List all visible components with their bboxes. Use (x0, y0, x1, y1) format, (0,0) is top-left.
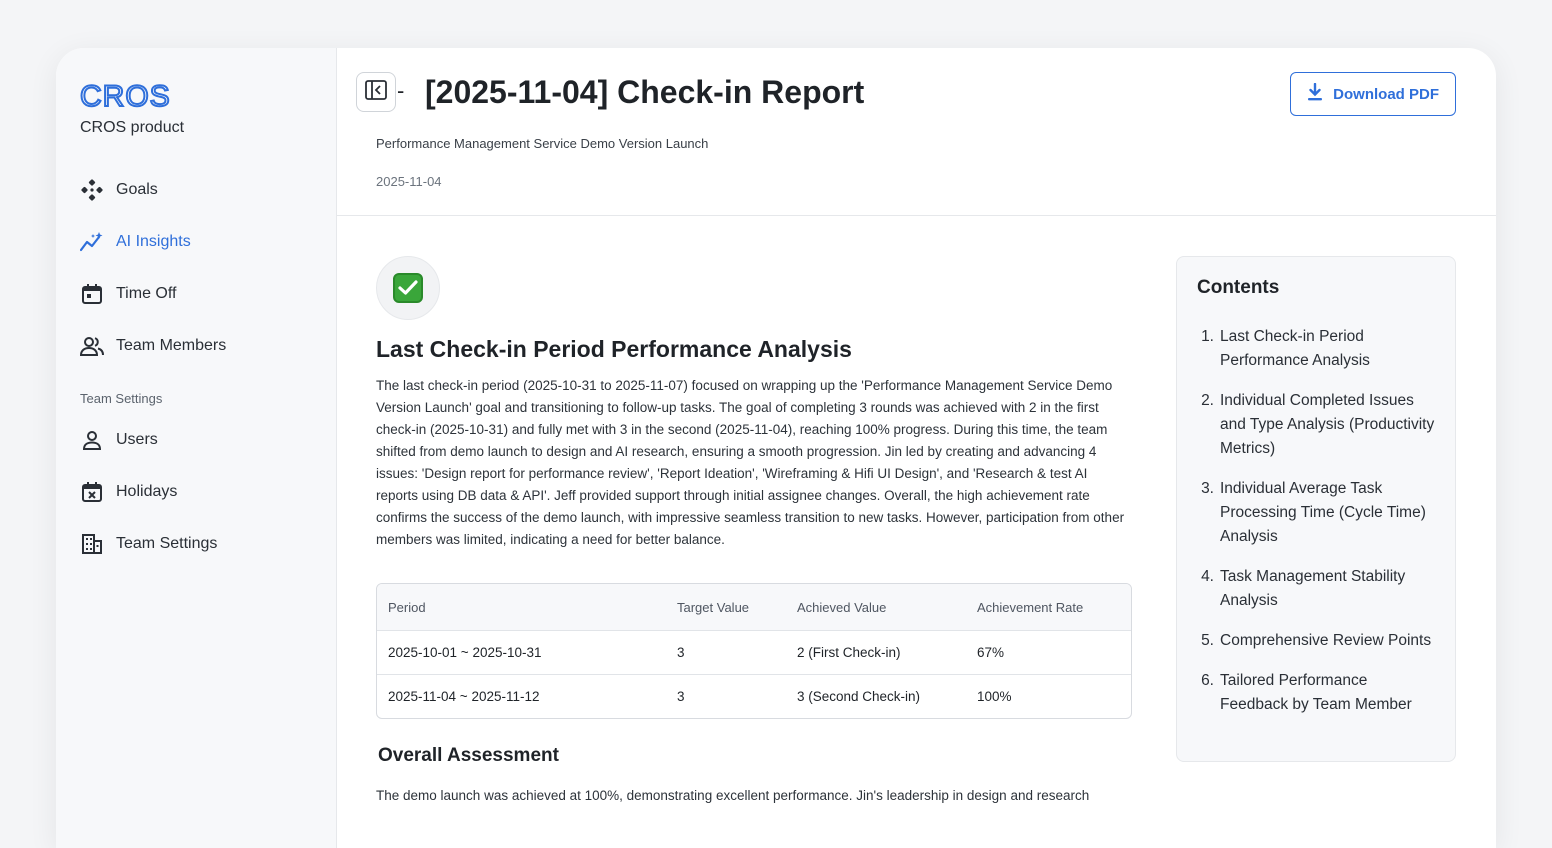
goals-icon (80, 178, 104, 202)
nav-label-holidays: Holidays (116, 483, 178, 500)
nav-item-team-members[interactable]: Team Members (80, 332, 226, 360)
sidebar: CROS CROS product Goals AI Insights Time… (56, 48, 337, 848)
table-of-contents: Contents 1. Last Check-in Period Performa… (1176, 256, 1456, 762)
toc-item-label: Tailored Performance Feedback by Team Me… (1220, 672, 1412, 713)
cell-target: 3 (677, 689, 685, 704)
table-header-row: Period Target Value Achieved Value Achie… (377, 584, 1131, 630)
logo-text: CROS (79, 79, 171, 114)
check-mark-icon (393, 273, 423, 303)
nav-item-goals[interactable]: Goals (80, 176, 158, 204)
performance-table: Period Target Value Achieved Value Achie… (376, 583, 1132, 719)
nav-section-label: Team Settings (80, 391, 163, 406)
cell-target: 3 (677, 645, 685, 660)
toc-title: Contents (1197, 277, 1280, 298)
nav-item-users[interactable]: Users (80, 426, 158, 454)
cell-rate: 100% (977, 689, 1012, 704)
column-header-rate: Achievement Rate (977, 599, 1084, 615)
nav-label-goals: Goals (116, 181, 158, 198)
toc-item[interactable]: 4. Task Management Stability Analysis (1197, 565, 1435, 613)
toc-item[interactable]: 3. Individual Average Task Processing Tim… (1197, 477, 1435, 549)
cell-period: 2025-10-01 ~ 2025-10-31 (388, 645, 542, 660)
user-icon (80, 428, 104, 452)
table-row: 2025-11-04 ~ 2025-11-12 3 3 (Second Chec… (377, 674, 1131, 718)
nav-label-users: Users (116, 431, 158, 448)
report-content: Last Check-in Period Performance Analysi… (376, 256, 1132, 807)
toc-number: 2. (1201, 392, 1214, 409)
toc-number: 5. (1201, 632, 1214, 649)
nav-item-holidays[interactable]: Holidays (80, 478, 177, 506)
download-icon (1307, 82, 1323, 105)
column-header-target: Target Value (677, 599, 750, 615)
section-title: Last Check-in Period Performance Analysi… (376, 336, 852, 362)
separator-dash: - (397, 78, 405, 103)
goal-subtitle: Performance Management Service Demo Vers… (376, 136, 709, 151)
cell-period: 2025-11-04 ~ 2025-11-12 (388, 689, 540, 704)
check-emoji-badge (376, 256, 440, 320)
app-window: CROS CROS product Goals AI Insights Time… (56, 48, 1496, 848)
calendar-icon (80, 282, 104, 306)
toc-number: 4. (1201, 568, 1214, 585)
assessment-title: Overall Assessment (378, 745, 559, 766)
toc-item[interactable]: 2. Individual Completed Issues and Type A… (1197, 389, 1435, 461)
toc-item[interactable]: 5. Comprehensive Review Points (1197, 629, 1435, 653)
sidebar-collapse-icon (365, 79, 387, 105)
calendar-x-icon (80, 480, 104, 504)
ai-insights-icon (80, 230, 104, 254)
toc-list: 1. Last Check-in Period Performance Analy… (1197, 325, 1435, 717)
toc-item-label: Last Check-in Period Performance Analysi… (1220, 328, 1370, 369)
sidebar-toggle-button[interactable] (356, 72, 396, 112)
nav-label-ai-insights: AI Insights (116, 233, 191, 250)
assessment-paragraph: The demo launch was achieved at 100%, de… (376, 788, 1090, 803)
download-pdf-label: Download PDF (1333, 85, 1439, 103)
cell-achieved: 2 (First Check-in) (797, 645, 901, 660)
analysis-paragraph: The last check-in period (2025-10-31 to … (376, 378, 1125, 547)
nav-item-time-off[interactable]: Time Off (80, 280, 176, 308)
nav-item-team-settings[interactable]: Team Settings (80, 530, 217, 558)
column-header-achieved: Achieved Value (797, 599, 887, 615)
cell-rate: 67% (977, 645, 1005, 660)
nav-label-team-members: Team Members (116, 337, 227, 354)
download-pdf-button[interactable]: Download PDF (1290, 72, 1456, 116)
toc-item-label: Comprehensive Review Points (1220, 632, 1432, 649)
report-date: 2025-11-04 (376, 174, 442, 189)
table-row: 2025-10-01 ~ 2025-10-31 3 2 (First Check… (377, 630, 1131, 674)
building-icon (80, 532, 104, 556)
product-name: CROS product (80, 119, 185, 136)
toc-number: 1. (1201, 328, 1214, 345)
toc-item-label: Task Management Stability Analysis (1220, 568, 1406, 609)
report-header: - [2025-11-04] Check-in Report Performan… (337, 48, 1496, 216)
toc-number: 6. (1201, 672, 1214, 689)
toc-item-label: Individual Completed Issues and Type Ana… (1220, 392, 1435, 457)
toc-item[interactable]: 1. Last Check-in Period Performance Analy… (1197, 325, 1435, 373)
people-icon (80, 334, 104, 358)
page-title: [2025-11-04] Check-in Report (425, 74, 865, 110)
column-header-period: Period (388, 599, 426, 615)
nav-item-ai-insights[interactable]: AI Insights (80, 228, 191, 256)
logo[interactable]: CROS (79, 79, 171, 114)
toc-item-label: Individual Average Task Processing Time … (1220, 480, 1426, 545)
toc-item[interactable]: 6. Tailored Performance Feedback by Team … (1197, 669, 1435, 717)
toc-number: 3. (1201, 480, 1214, 497)
cell-achieved: 3 (Second Check-in) (797, 689, 921, 704)
nav-label-team-settings: Team Settings (116, 535, 218, 552)
nav-label-time-off: Time Off (116, 285, 177, 302)
